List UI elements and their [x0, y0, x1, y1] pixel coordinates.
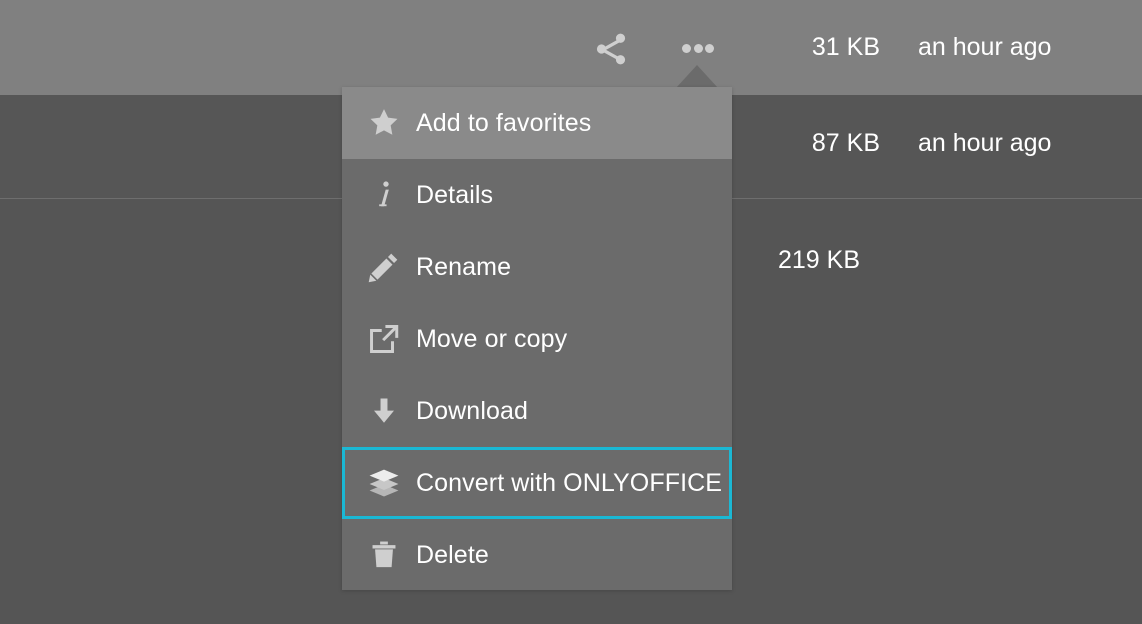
share-icon[interactable]	[592, 30, 630, 68]
menu-item-label: Rename	[416, 252, 512, 281]
menu-item-delete[interactable]: Delete	[342, 519, 732, 591]
layers-icon	[362, 461, 406, 505]
file-modified: an hour ago	[918, 33, 1052, 61]
menu-item-label: Details	[416, 180, 494, 209]
info-icon	[362, 173, 406, 217]
file-size: 31 KB	[811, 33, 880, 61]
file-size: 87 KB	[811, 129, 880, 157]
more-actions-icon[interactable]	[678, 30, 716, 68]
menu-item-download[interactable]: Download	[342, 375, 732, 447]
three-dots-glyph	[682, 44, 714, 53]
table-row[interactable]: 31 KB an hour ago	[0, 0, 1142, 95]
file-size: 219 KB	[777, 246, 860, 274]
trash-icon	[362, 533, 406, 577]
download-icon	[362, 389, 406, 433]
menu-item-move-or-copy[interactable]: Move or copy	[342, 303, 732, 375]
file-modified: an hour ago	[918, 129, 1052, 157]
menu-item-label: Convert with ONLYOFFICE	[416, 468, 723, 497]
menu-item-label: Move or copy	[416, 324, 568, 353]
menu-item-label: Download	[416, 396, 528, 425]
menu-item-details[interactable]: Details	[342, 159, 732, 231]
pencil-icon	[362, 245, 406, 289]
menu-item-convert-with-onlyoffice[interactable]: Convert with ONLYOFFICE	[342, 447, 732, 519]
popup-caret	[676, 65, 718, 88]
star-icon	[362, 101, 406, 145]
external-link-icon	[362, 317, 406, 361]
menu-item-rename[interactable]: Rename	[342, 231, 732, 303]
menu-list: Add to favorites Details Rename Move or …	[342, 87, 732, 591]
actions-popup-menu: Add to favorites Details Rename Move or …	[342, 87, 732, 590]
menu-item-label: Delete	[416, 540, 489, 569]
menu-item-add-to-favorites[interactable]: Add to favorites	[342, 87, 732, 159]
menu-item-label: Add to favorites	[416, 108, 592, 137]
